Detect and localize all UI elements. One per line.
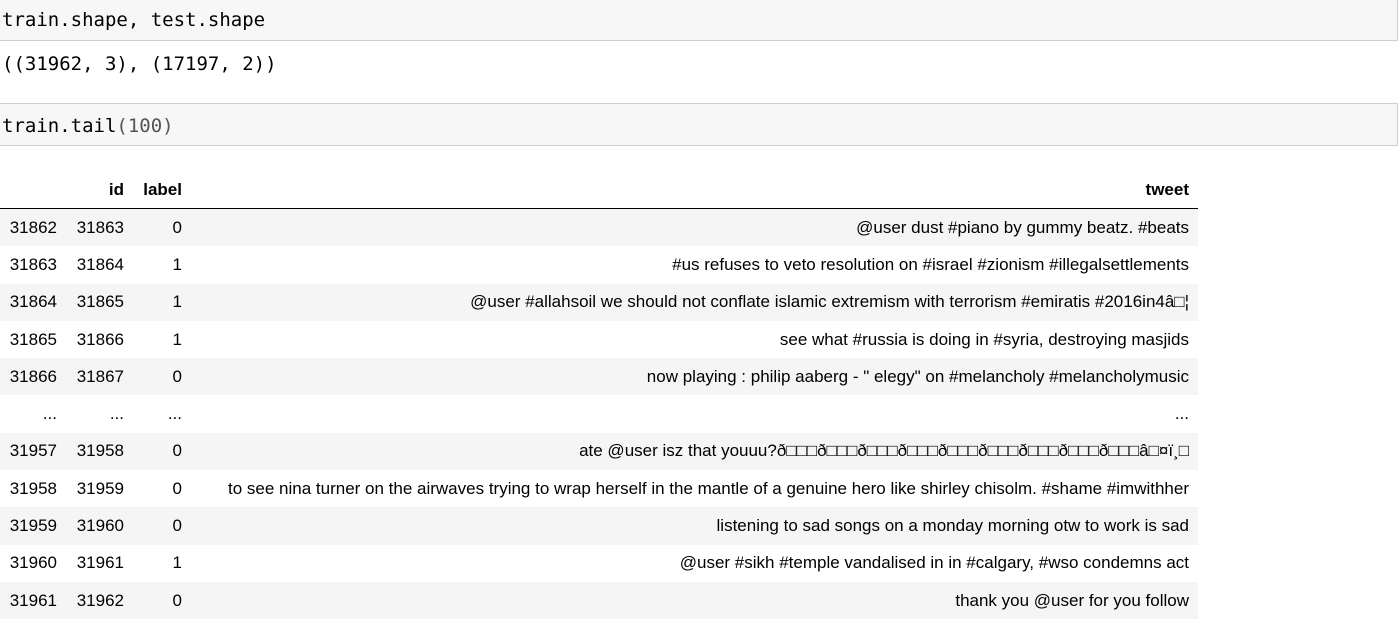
cell-id: 31865 [76, 292, 124, 312]
cell-index: 31862 [9, 217, 57, 237]
cell-index: 31863 [9, 254, 57, 274]
cell-label: 0 [172, 441, 182, 461]
code-cell-shape[interactable]: train.shape, test.shape [0, 0, 1398, 41]
cell-index: 31959 [9, 516, 57, 536]
cell-index: 31961 [9, 590, 57, 610]
cell-index: 31957 [9, 441, 57, 461]
cell-id: 31959 [76, 478, 124, 498]
cell-index: 31865 [9, 329, 57, 349]
cell-id: 31962 [76, 590, 124, 610]
code-cell-tail[interactable]: train.tail(100) [0, 103, 1398, 146]
dataframe-output: id label tweet 31862 31863 0 @user dust #pi… [0, 172, 1198, 620]
table-row: 31863 31864 1 #us refuses to veto resolutio… [0, 246, 1198, 284]
cell-id: 31863 [76, 217, 124, 237]
cell-label: 1 [172, 553, 182, 573]
cell-tweet: @user #allahsoil we should not conflate … [470, 292, 1189, 312]
cell-label: 0 [172, 590, 182, 610]
table-header-row: id label tweet [0, 172, 1198, 209]
cell-tweet: @user #sikh #temple vandalised in in #ca… [679, 553, 1189, 573]
cell-index: 31864 [9, 292, 57, 312]
column-header-tweet: tweet [191, 172, 1198, 209]
cell-tweet: listening to sad songs on a monday morni… [716, 516, 1189, 536]
code-function: train.tail [2, 115, 117, 137]
table-row: 31866 31867 0 now playing : philip aaberg -… [0, 358, 1198, 396]
cell-id: 31958 [76, 441, 124, 461]
table-body: 31862 31863 0 @user dust #piano by gummy be… [0, 208, 1198, 620]
cell-tweet: to see nina turner on the airwaves tryin… [228, 478, 1189, 498]
table-row: 31961 31962 0 thank you @user for you follo… [0, 581, 1198, 620]
cell-id: 31961 [76, 553, 124, 573]
cell-label: 0 [172, 217, 182, 237]
table-row: 31960 31961 1 @user #sikh #temple vandalise… [0, 544, 1198, 582]
cell-output-shape: ((31962, 3), (17197, 2)) [2, 53, 277, 75]
cell-tweet: #us refuses to veto resolution on #israe… [672, 254, 1189, 274]
cell-label: 0 [172, 478, 182, 498]
cell-tweet: ... [1174, 404, 1189, 424]
cell-id: 31867 [76, 366, 124, 386]
cell-id: 31864 [76, 254, 124, 274]
cell-label: ... [167, 404, 182, 424]
cell-label: 1 [172, 254, 182, 274]
column-header-label: label [133, 172, 191, 209]
table-row: 31865 31866 1 see what #russia is doing in … [0, 320, 1198, 359]
table-row: 31862 31863 0 @user dust #piano by gummy be… [0, 208, 1198, 247]
column-header-index [0, 172, 66, 209]
cell-id: ... [109, 404, 124, 424]
table-row: 31959 31960 0 listening to sad songs on a m… [0, 507, 1198, 545]
cell-id: 31866 [76, 329, 124, 349]
table-row: 31958 31959 0 to see nina turner on the air… [0, 470, 1198, 508]
cell-index: 31960 [9, 553, 57, 573]
cell-tweet: thank you @user for you follow [955, 590, 1189, 610]
cell-index: ... [42, 404, 57, 424]
cell-tweet: see what #russia is doing in #syria, des… [779, 329, 1189, 349]
table-row: 31957 31958 0 ate @user isz that youuu?ð□□□… [0, 432, 1198, 471]
code-input-tail[interactable]: train.tail(100) [2, 115, 174, 137]
cell-index: 31866 [9, 366, 57, 386]
cell-label: 0 [172, 516, 182, 536]
code-arguments: (100) [116, 115, 174, 137]
table-row: 31864 31865 1 @user #allahsoil we should no… [0, 283, 1198, 321]
table-row: ............ [0, 395, 1198, 433]
cell-tweet: ate @user isz that youuu?ð□□□ð□□□ð□□□ð□□… [579, 441, 1189, 461]
dataframe-table: id label tweet 31862 31863 0 @user dust #pi… [0, 172, 1198, 620]
cell-index: 31958 [9, 478, 57, 498]
cell-id: 31960 [76, 516, 124, 536]
column-header-id: id [66, 172, 133, 209]
cell-tweet: @user dust #piano by gummy beatz. #beats [856, 217, 1189, 237]
cell-label: 0 [172, 366, 182, 386]
cell-tweet: now playing : philip aaberg - " elegy" o… [646, 366, 1189, 386]
cell-label: 1 [172, 329, 182, 349]
code-input-shape[interactable]: train.shape, test.shape [2, 9, 265, 31]
cell-label: 1 [172, 292, 182, 312]
